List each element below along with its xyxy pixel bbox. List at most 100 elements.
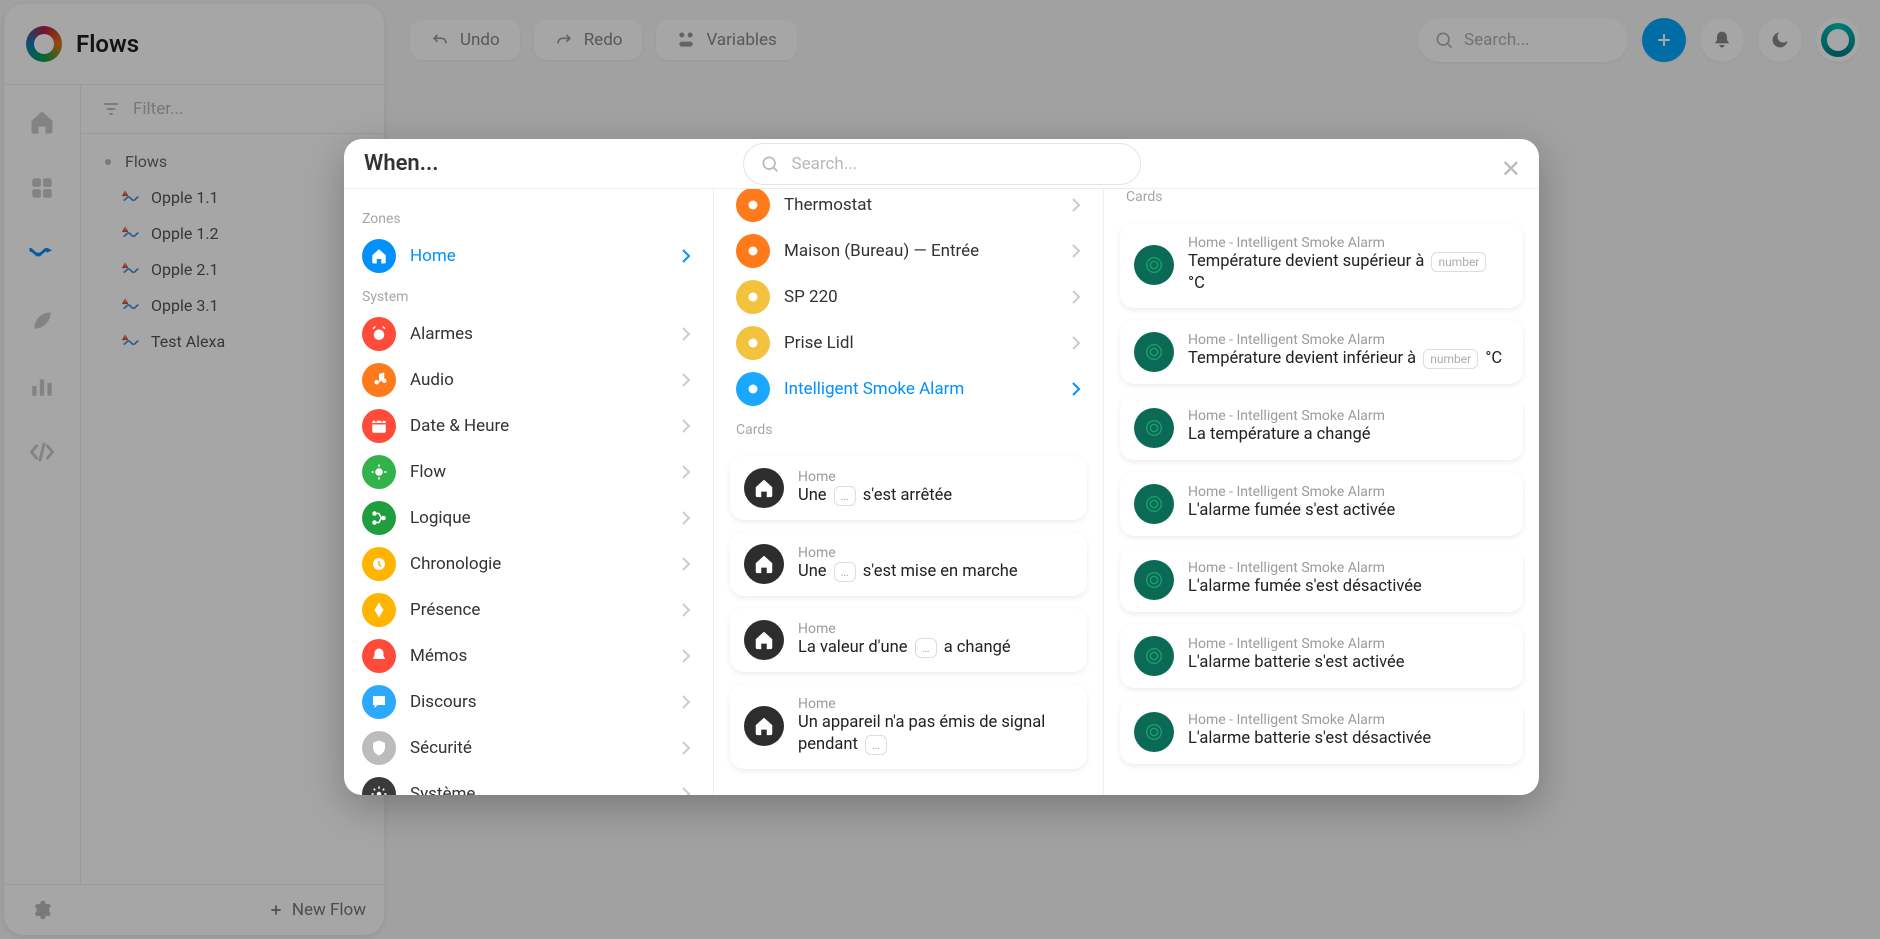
device-row[interactable]: Thermostat — [728, 189, 1089, 228]
trigger-card[interactable]: Home - Intelligent Smoke Alarm La tempér… — [1120, 396, 1523, 460]
smoke-alarm-icon — [1134, 712, 1174, 752]
device-row[interactable]: Intelligent Smoke Alarm — [728, 366, 1089, 412]
home-icon — [744, 706, 784, 746]
modal-search[interactable]: Search... — [743, 143, 1141, 185]
token-pill: number — [1431, 252, 1486, 272]
trigger-card[interactable]: Home La valeur d'une … a changé — [730, 608, 1087, 672]
modal-categories: Zones Home System Alarmes Audio Date & H… — [344, 189, 714, 795]
trigger-card[interactable]: Home Un appareil n'a pas émis de signal … — [730, 684, 1087, 769]
system-row[interactable]: Logique — [354, 495, 699, 541]
chevron-right-icon — [1071, 335, 1081, 351]
system-row[interactable]: Date & Heure — [354, 403, 699, 449]
home-icon — [744, 468, 784, 508]
modal-title: When... — [364, 151, 438, 176]
device-row[interactable]: Prise Lidl — [728, 320, 1089, 366]
modal-devices: Thermostat Maison (Bureau) — Entrée SP 2… — [714, 189, 1104, 795]
modal-close-button[interactable]: ✕ — [1501, 155, 1521, 183]
category-icon — [362, 363, 396, 397]
card-subtitle: Home - Intelligent Smoke Alarm — [1188, 560, 1509, 576]
device-row[interactable]: Maison (Bureau) — Entrée — [728, 228, 1089, 274]
device-label: Thermostat — [784, 195, 872, 215]
category-icon — [362, 547, 396, 581]
card-title: L'alarme batterie s'est désactivée — [1188, 728, 1509, 750]
token-pill: … — [834, 486, 856, 506]
device-cards-section-label: Cards — [1118, 189, 1525, 211]
system-label: Discours — [410, 692, 477, 712]
trigger-card[interactable]: Home - Intelligent Smoke Alarm Températu… — [1120, 320, 1523, 384]
chevron-right-icon — [681, 248, 691, 264]
card-subtitle: Home — [798, 621, 1073, 637]
smoke-alarm-icon — [1134, 245, 1174, 285]
card-title: Une … s'est mise en marche — [798, 561, 1073, 583]
category-icon — [362, 409, 396, 443]
system-row[interactable]: Alarmes — [354, 311, 699, 357]
system-label: Présence — [410, 600, 480, 620]
card-subtitle: Home - Intelligent Smoke Alarm — [1188, 332, 1509, 348]
system-label: Flow — [410, 462, 446, 482]
system-label: Logique — [410, 508, 471, 528]
device-icon — [736, 189, 770, 222]
device-icon — [736, 234, 770, 268]
trigger-card[interactable]: Home - Intelligent Smoke Alarm L'alarme … — [1120, 472, 1523, 536]
trigger-card[interactable]: Home Une … s'est arrêtée — [730, 456, 1087, 520]
device-row[interactable]: SP 220 — [728, 274, 1089, 320]
trigger-card[interactable]: Home - Intelligent Smoke Alarm L'alarme … — [1120, 624, 1523, 688]
system-row[interactable]: Chronologie — [354, 541, 699, 587]
device-label: Maison (Bureau) — Entrée — [784, 241, 979, 261]
device-icon — [736, 326, 770, 360]
category-icon — [362, 501, 396, 535]
chevron-right-icon — [681, 694, 691, 710]
card-title: L'alarme fumée s'est activée — [1188, 500, 1509, 522]
system-row[interactable]: Discours — [354, 679, 699, 725]
system-label: Système — [410, 784, 475, 795]
chevron-right-icon — [681, 510, 691, 526]
smoke-alarm-icon — [1134, 408, 1174, 448]
card-subtitle: Home - Intelligent Smoke Alarm — [1188, 712, 1509, 728]
system-row[interactable]: Système — [354, 771, 699, 795]
trigger-card[interactable]: Home Une … s'est mise en marche — [730, 532, 1087, 596]
zone-row[interactable]: Home — [354, 233, 699, 279]
chevron-right-icon — [1071, 243, 1081, 259]
device-label: SP 220 — [784, 287, 838, 307]
category-icon — [362, 639, 396, 673]
when-modal: When... Search... ✕ Zones Home System Al… — [344, 139, 1539, 795]
zones-section-label: Zones — [354, 201, 699, 233]
chevron-right-icon — [681, 418, 691, 434]
card-subtitle: Home — [798, 696, 1073, 712]
trigger-card[interactable]: Home - Intelligent Smoke Alarm L'alarme … — [1120, 548, 1523, 612]
search-icon — [760, 154, 780, 174]
trigger-card[interactable]: Home - Intelligent Smoke Alarm Températu… — [1120, 223, 1523, 308]
device-icon — [736, 280, 770, 314]
home-icon — [744, 544, 784, 584]
chevron-right-icon — [681, 786, 691, 795]
system-row[interactable]: Sécurité — [354, 725, 699, 771]
home-icon — [744, 620, 784, 660]
trigger-card[interactable]: Home - Intelligent Smoke Alarm L'alarme … — [1120, 700, 1523, 764]
system-label: Alarmes — [410, 324, 473, 344]
chevron-right-icon — [1071, 197, 1081, 213]
system-row[interactable]: Flow — [354, 449, 699, 495]
system-row[interactable]: Audio — [354, 357, 699, 403]
card-title: L'alarme fumée s'est désactivée — [1188, 576, 1509, 598]
chevron-right-icon — [681, 372, 691, 388]
card-title: Température devient inférieur à number °… — [1188, 348, 1509, 370]
token-pill: … — [865, 735, 887, 755]
chevron-right-icon — [681, 556, 691, 572]
category-icon — [362, 731, 396, 765]
chevron-right-icon — [1071, 381, 1081, 397]
device-label: Intelligent Smoke Alarm — [784, 379, 964, 399]
system-label: Sécurité — [410, 738, 472, 758]
device-label: Prise Lidl — [784, 333, 854, 353]
system-row[interactable]: Mémos — [354, 633, 699, 679]
card-subtitle: Home - Intelligent Smoke Alarm — [1188, 636, 1509, 652]
card-subtitle: Home - Intelligent Smoke Alarm — [1188, 484, 1509, 500]
cards-section-label: Cards — [728, 412, 1089, 444]
system-row[interactable]: Présence — [354, 587, 699, 633]
home-icon — [362, 239, 396, 273]
system-label: Mémos — [410, 646, 467, 666]
chevron-right-icon — [681, 602, 691, 618]
card-title: Température devient supérieur à number °… — [1188, 251, 1509, 296]
category-icon — [362, 777, 396, 795]
category-icon — [362, 317, 396, 351]
card-subtitle: Home — [798, 469, 1073, 485]
